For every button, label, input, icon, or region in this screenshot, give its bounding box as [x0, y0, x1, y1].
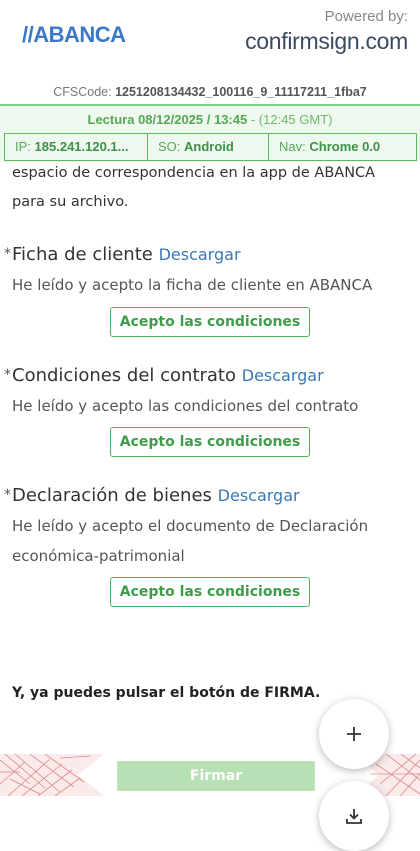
download-link-ficha[interactable]: Descargar — [159, 245, 241, 264]
powered-by-label: Powered by: — [324, 8, 408, 25]
decorative-pattern-left — [0, 754, 104, 796]
sign-button[interactable]: Firmar — [117, 761, 315, 791]
os-label: SO: — [158, 139, 181, 154]
confirmsign-logo: confirmsign.com — [245, 28, 408, 54]
nav-value: Chrome 0.0 — [309, 139, 381, 154]
accept-button-condiciones[interactable]: Acepto las condiciones — [110, 427, 310, 457]
reading-info-bar: Lectura 08/12/2025 / 13:45 - (12:45 GMT)… — [0, 104, 420, 162]
section-title-declaracion: *Declaración de bienes Descargar — [4, 485, 300, 506]
cfs-value: 1251208134432_100116_9_11117211_1fba7 — [115, 85, 367, 99]
accept-text-condiciones: He leído y acepto las condiciones del co… — [12, 397, 359, 415]
required-mark: * — [4, 367, 11, 383]
intro-paragraph: espacio de correspondencia en la app de … — [12, 165, 376, 210]
download-icon — [346, 809, 362, 824]
accept-button-declaracion[interactable]: Acepto las condiciones — [110, 577, 310, 607]
reading-label: Lectura 08/12/2025 / 13:45 — [87, 112, 248, 127]
cfs-label: CFSCode: — [53, 85, 112, 99]
section-title-text: Ficha de cliente — [12, 244, 153, 265]
device-info-row: IP: 185.241.120.1... SO: Android Nav: Ch… — [4, 133, 417, 161]
cfs-code: CFSCode: 1251208134432_100116_9_11117211… — [0, 85, 420, 99]
final-instruction: Y, ya puedes pulsar el botón de FIRMA. — [12, 685, 321, 701]
section-title-ficha: *Ficha de cliente Descargar — [4, 244, 241, 265]
required-mark: * — [4, 487, 11, 503]
download-fab[interactable] — [319, 781, 389, 851]
accept-text-declaracion: He leído y acepto el documento de Declar… — [12, 517, 369, 565]
ip-label: IP: — [15, 139, 31, 154]
header: //ABANCA Powered by: confirmsign.com — [0, 0, 420, 80]
download-link-declaracion[interactable]: Descargar — [218, 486, 300, 505]
section-title-condiciones: *Condiciones del contrato Descargar — [4, 365, 324, 386]
accept-text-ficha: He leído y acepto la ficha de cliente en… — [12, 276, 373, 294]
download-link-condiciones[interactable]: Descargar — [242, 366, 324, 385]
reading-gmt: - (12:45 GMT) — [247, 112, 333, 127]
os-value: Android — [184, 139, 234, 154]
abanca-logo: //ABANCA — [22, 22, 126, 47]
section-title-text: Declaración de bienes — [12, 485, 212, 506]
accept-button-ficha[interactable]: Acepto las condiciones — [110, 307, 310, 337]
os-cell: SO: Android — [148, 134, 269, 160]
reading-timestamp: Lectura 08/12/2025 / 13:45 - (12:45 GMT) — [0, 112, 420, 127]
add-fab[interactable] — [319, 699, 389, 769]
nav-cell: Nav: Chrome 0.0 — [269, 134, 416, 160]
nav-label: Nav: — [279, 139, 306, 154]
plus-icon — [347, 727, 361, 741]
required-mark: * — [4, 246, 11, 262]
section-title-text: Condiciones del contrato — [12, 365, 237, 386]
ip-value: 185.241.120.1... — [34, 139, 129, 154]
ip-cell: IP: 185.241.120.1... — [5, 134, 148, 160]
